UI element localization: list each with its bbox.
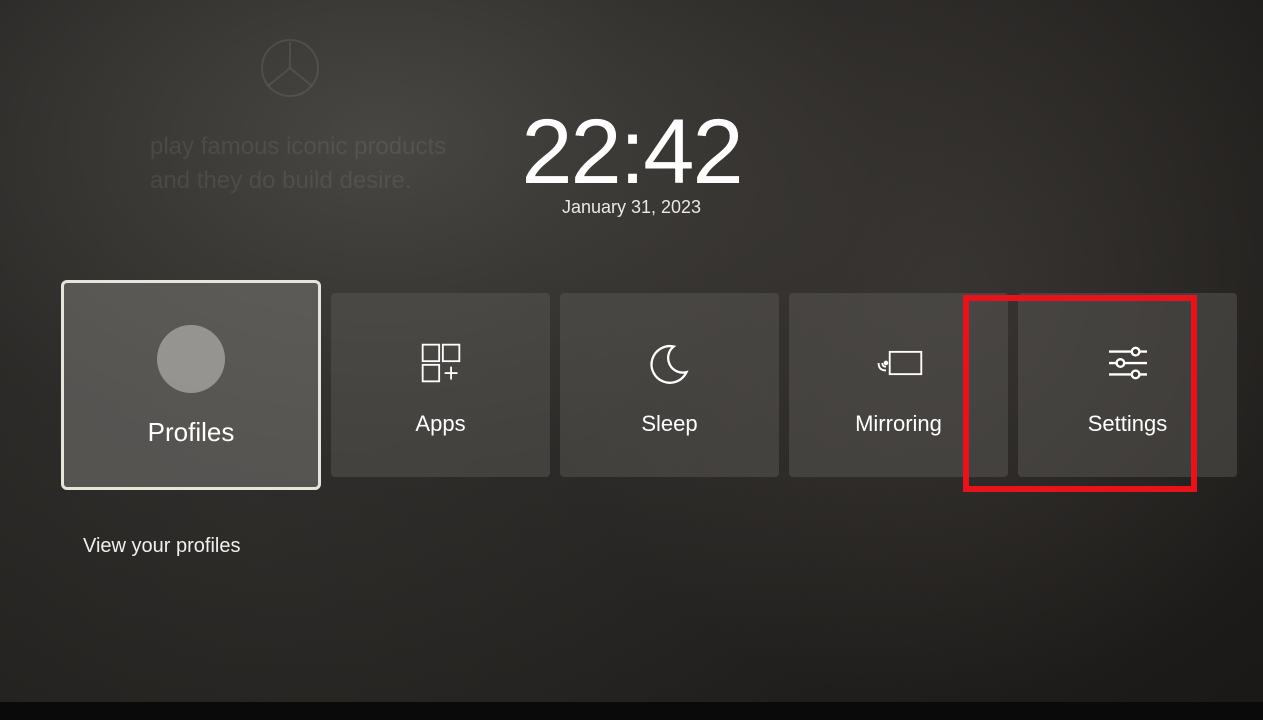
clock-time: 22:42 (521, 100, 741, 205)
tv-bezel-bottom (0, 702, 1263, 720)
profile-icon (155, 323, 227, 395)
tile-settings[interactable]: Settings (1018, 293, 1237, 477)
selected-tile-description: View your profiles (83, 535, 240, 558)
tile-label: Mirroring (855, 411, 942, 437)
background-promo-text: play famous iconic products and they do … (150, 130, 446, 197)
clock: 22:42 January 31, 2023 (521, 100, 741, 218)
tile-sleep[interactable]: Sleep (560, 293, 779, 477)
tile-apps[interactable]: Apps (331, 293, 550, 477)
quick-menu-tiles: Profiles Apps Sleep (61, 293, 1237, 490)
moon-icon (640, 333, 700, 393)
tile-label: Sleep (641, 411, 697, 437)
mercedes-logo-icon (260, 38, 320, 98)
tile-label: Apps (415, 411, 465, 437)
tile-label: Settings (1088, 411, 1168, 437)
sliders-icon (1098, 333, 1158, 393)
tile-mirroring[interactable]: Mirroring (789, 293, 1008, 477)
mirroring-icon (869, 333, 929, 393)
tile-profiles[interactable]: Profiles (61, 280, 321, 490)
tile-label: Profiles (148, 417, 235, 448)
apps-icon (411, 333, 471, 393)
